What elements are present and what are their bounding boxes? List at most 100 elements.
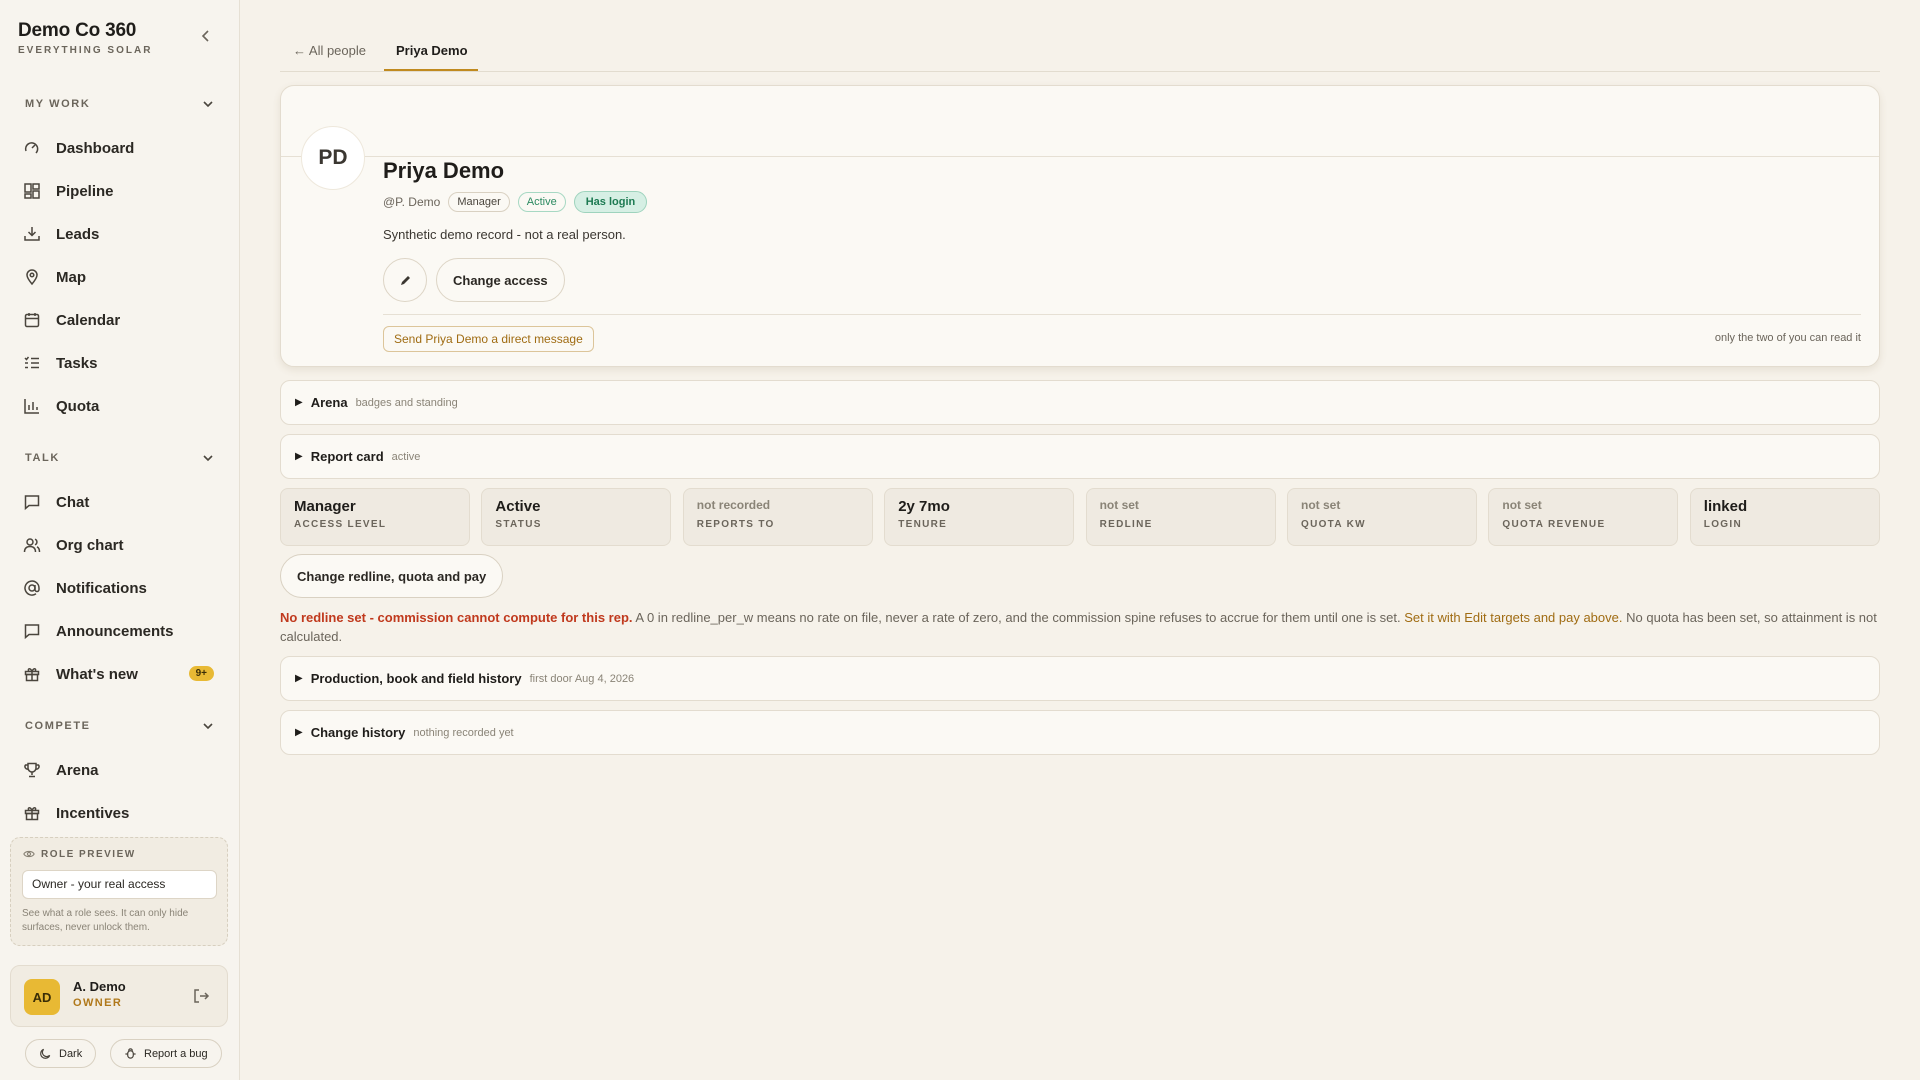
avatar: AD — [24, 979, 60, 1015]
role-chip: Manager — [448, 192, 510, 212]
profile-cover — [281, 86, 1879, 157]
stat-value: Manager — [294, 498, 356, 515]
expand-triangle-icon: ▶ — [295, 451, 303, 462]
active-tab-indicator — [384, 69, 478, 71]
new-count-badge: 9+ — [188, 666, 214, 681]
expand-triangle-icon: ▶ — [295, 673, 303, 684]
direct-message-button[interactable]: Send Priya Demo a direct message — [383, 326, 594, 352]
sidebar-item-arena[interactable]: Arena — [22, 753, 218, 787]
eye-icon — [23, 850, 35, 858]
gift-box-icon — [22, 803, 42, 823]
section-my-work[interactable]: MY WORK — [25, 94, 215, 114]
change-history-section-toggle[interactable]: ▶ Change history nothing recorded yet — [280, 710, 1880, 755]
moon-icon — [40, 1048, 51, 1059]
trophy-icon — [22, 760, 42, 780]
stat-value: 2y 7mo — [898, 498, 950, 515]
stat-value: not set — [1301, 498, 1341, 512]
sidebar-item-label: Calendar — [56, 311, 121, 329]
sidebar-item-tasks[interactable]: Tasks — [22, 346, 218, 380]
login-chip: Has login — [573, 191, 648, 213]
warning-body: A 0 in redline_per_w means no rate on fi… — [632, 610, 1405, 625]
current-user-card: AD A. Demo OWNER — [10, 965, 228, 1027]
logout-icon[interactable] — [192, 987, 210, 1005]
brand: Demo Co 360 EVERYTHING SOLAR — [18, 20, 152, 56]
sidebar-item-label: Arena — [56, 761, 99, 779]
stat-label: STATUS — [495, 519, 542, 530]
stat-label: ACCESS LEVEL — [294, 519, 387, 530]
tab-priya-demo[interactable]: Priya Demo — [396, 43, 468, 58]
bug-icon — [125, 1048, 136, 1059]
profile-name: Priya Demo — [383, 158, 505, 183]
sidebar-item-pipeline[interactable]: Pipeline — [22, 174, 218, 208]
stat-value: linked — [1703, 498, 1748, 515]
divider — [383, 314, 1861, 315]
report-bug-label: Report a bug — [144, 1047, 208, 1060]
role-preview-note: See what a role sees. It can only hide s… — [22, 908, 189, 933]
sidebar-item-label: Leads — [56, 225, 100, 243]
stat-label: REPORTS TO — [696, 519, 775, 530]
production-history-section-toggle[interactable]: ▶ Production, book and field history fir… — [280, 656, 1880, 701]
report-bug-button[interactable]: Report a bug — [110, 1039, 222, 1068]
section-talk[interactable]: TALK — [25, 448, 215, 468]
chevron-down-icon — [203, 455, 213, 462]
collapse-sidebar-chevron-left-icon[interactable] — [198, 28, 218, 48]
stat-value: Active — [495, 498, 541, 515]
dark-mode-button[interactable]: Dark — [25, 1039, 97, 1068]
role-preview-select[interactable]: Owner - your real access — [22, 870, 217, 899]
warning-link[interactable]: Set it with Edit targets and pay above. — [1404, 610, 1622, 625]
change-access-button[interactable]: Change access — [436, 258, 565, 302]
sidebar: Demo Co 360 EVERYTHING SOLAR MY WORK Das… — [0, 0, 240, 1080]
stat-tile-tenure: 2y 7mo TENURE — [884, 488, 1075, 546]
section-subtitle: badges and standing — [355, 396, 458, 409]
role-preview-header: ROLE PREVIEW — [23, 848, 136, 860]
report-card-section-toggle[interactable]: ▶ Report card active — [280, 434, 1880, 479]
sidebar-item-dashboard[interactable]: Dashboard — [22, 131, 218, 165]
role-preview-panel: ROLE PREVIEW Owner - your real access Se… — [10, 837, 228, 946]
change-redline-quota-pay-button[interactable]: Change redline, quota and pay — [280, 554, 504, 598]
section-subtitle: nothing recorded yet — [413, 726, 514, 739]
stat-label: QUOTA REVENUE — [1502, 519, 1606, 530]
map-pin-icon — [22, 267, 42, 287]
sidebar-item-org-chart[interactable]: Org chart — [22, 528, 218, 562]
sidebar-item-label: Map — [56, 268, 86, 286]
user-role: OWNER — [73, 997, 123, 1009]
stat-label: TENURE — [898, 519, 948, 530]
chevron-down-icon — [203, 723, 213, 730]
edit-profile-button[interactable] — [383, 258, 427, 302]
sidebar-item-notifications[interactable]: Notifications — [22, 571, 218, 605]
at-sign-icon — [22, 578, 42, 598]
pipeline-icon — [22, 181, 42, 201]
users-icon — [22, 535, 42, 555]
pencil-icon — [400, 275, 410, 285]
sidebar-item-chat[interactable]: Chat — [22, 485, 218, 519]
stats-row: Manager ACCESS LEVEL Active STATUS not recor… — [280, 488, 1880, 546]
stat-tile-quota-kw: not set QUOTA KW — [1287, 488, 1477, 546]
sidebar-item-quota[interactable]: Quota — [22, 389, 218, 423]
profile-description: Synthetic demo record - not a real perso… — [383, 227, 626, 242]
sidebar-item-calendar[interactable]: Calendar — [22, 303, 218, 337]
dark-mode-label: Dark — [59, 1047, 83, 1060]
stat-tile-access-level: Manager ACCESS LEVEL — [280, 488, 470, 546]
sidebar-item-announcements[interactable]: Announcements — [22, 614, 218, 648]
calendar-icon — [22, 310, 42, 330]
arena-section-toggle[interactable]: ▶ Arena badges and standing — [280, 380, 1880, 425]
sidebar-item-map[interactable]: Map — [22, 260, 218, 294]
sidebar-item-label: Pipeline — [56, 182, 114, 200]
sidebar-item-label: Announcements — [56, 622, 174, 640]
stat-label: QUOTA KW — [1301, 519, 1366, 530]
stat-tile-status: Active STATUS — [481, 488, 672, 546]
section-title: Report card — [310, 449, 384, 464]
section-compete[interactable]: COMPETE — [25, 716, 215, 736]
section-title: Production, book and field history — [310, 671, 522, 686]
profile-meta: @P. Demo Manager Active Has login — [383, 191, 648, 213]
tab-all-people[interactable]: ← All people — [293, 43, 366, 58]
sidebar-item-incentives[interactable]: Incentives — [22, 796, 218, 830]
expand-triangle-icon: ▶ — [295, 397, 303, 408]
role-preview-label: ROLE PREVIEW — [41, 848, 136, 860]
stat-tile-reports-to: not recorded REPORTS TO — [682, 488, 873, 546]
stat-value: not set — [1502, 498, 1542, 512]
status-chip: Active — [517, 192, 566, 212]
sidebar-item-leads[interactable]: Leads — [22, 217, 218, 251]
stat-tile-login: linked LOGIN — [1689, 488, 1880, 546]
sidebar-item-whats-new[interactable]: What's new 9+ — [22, 657, 218, 691]
